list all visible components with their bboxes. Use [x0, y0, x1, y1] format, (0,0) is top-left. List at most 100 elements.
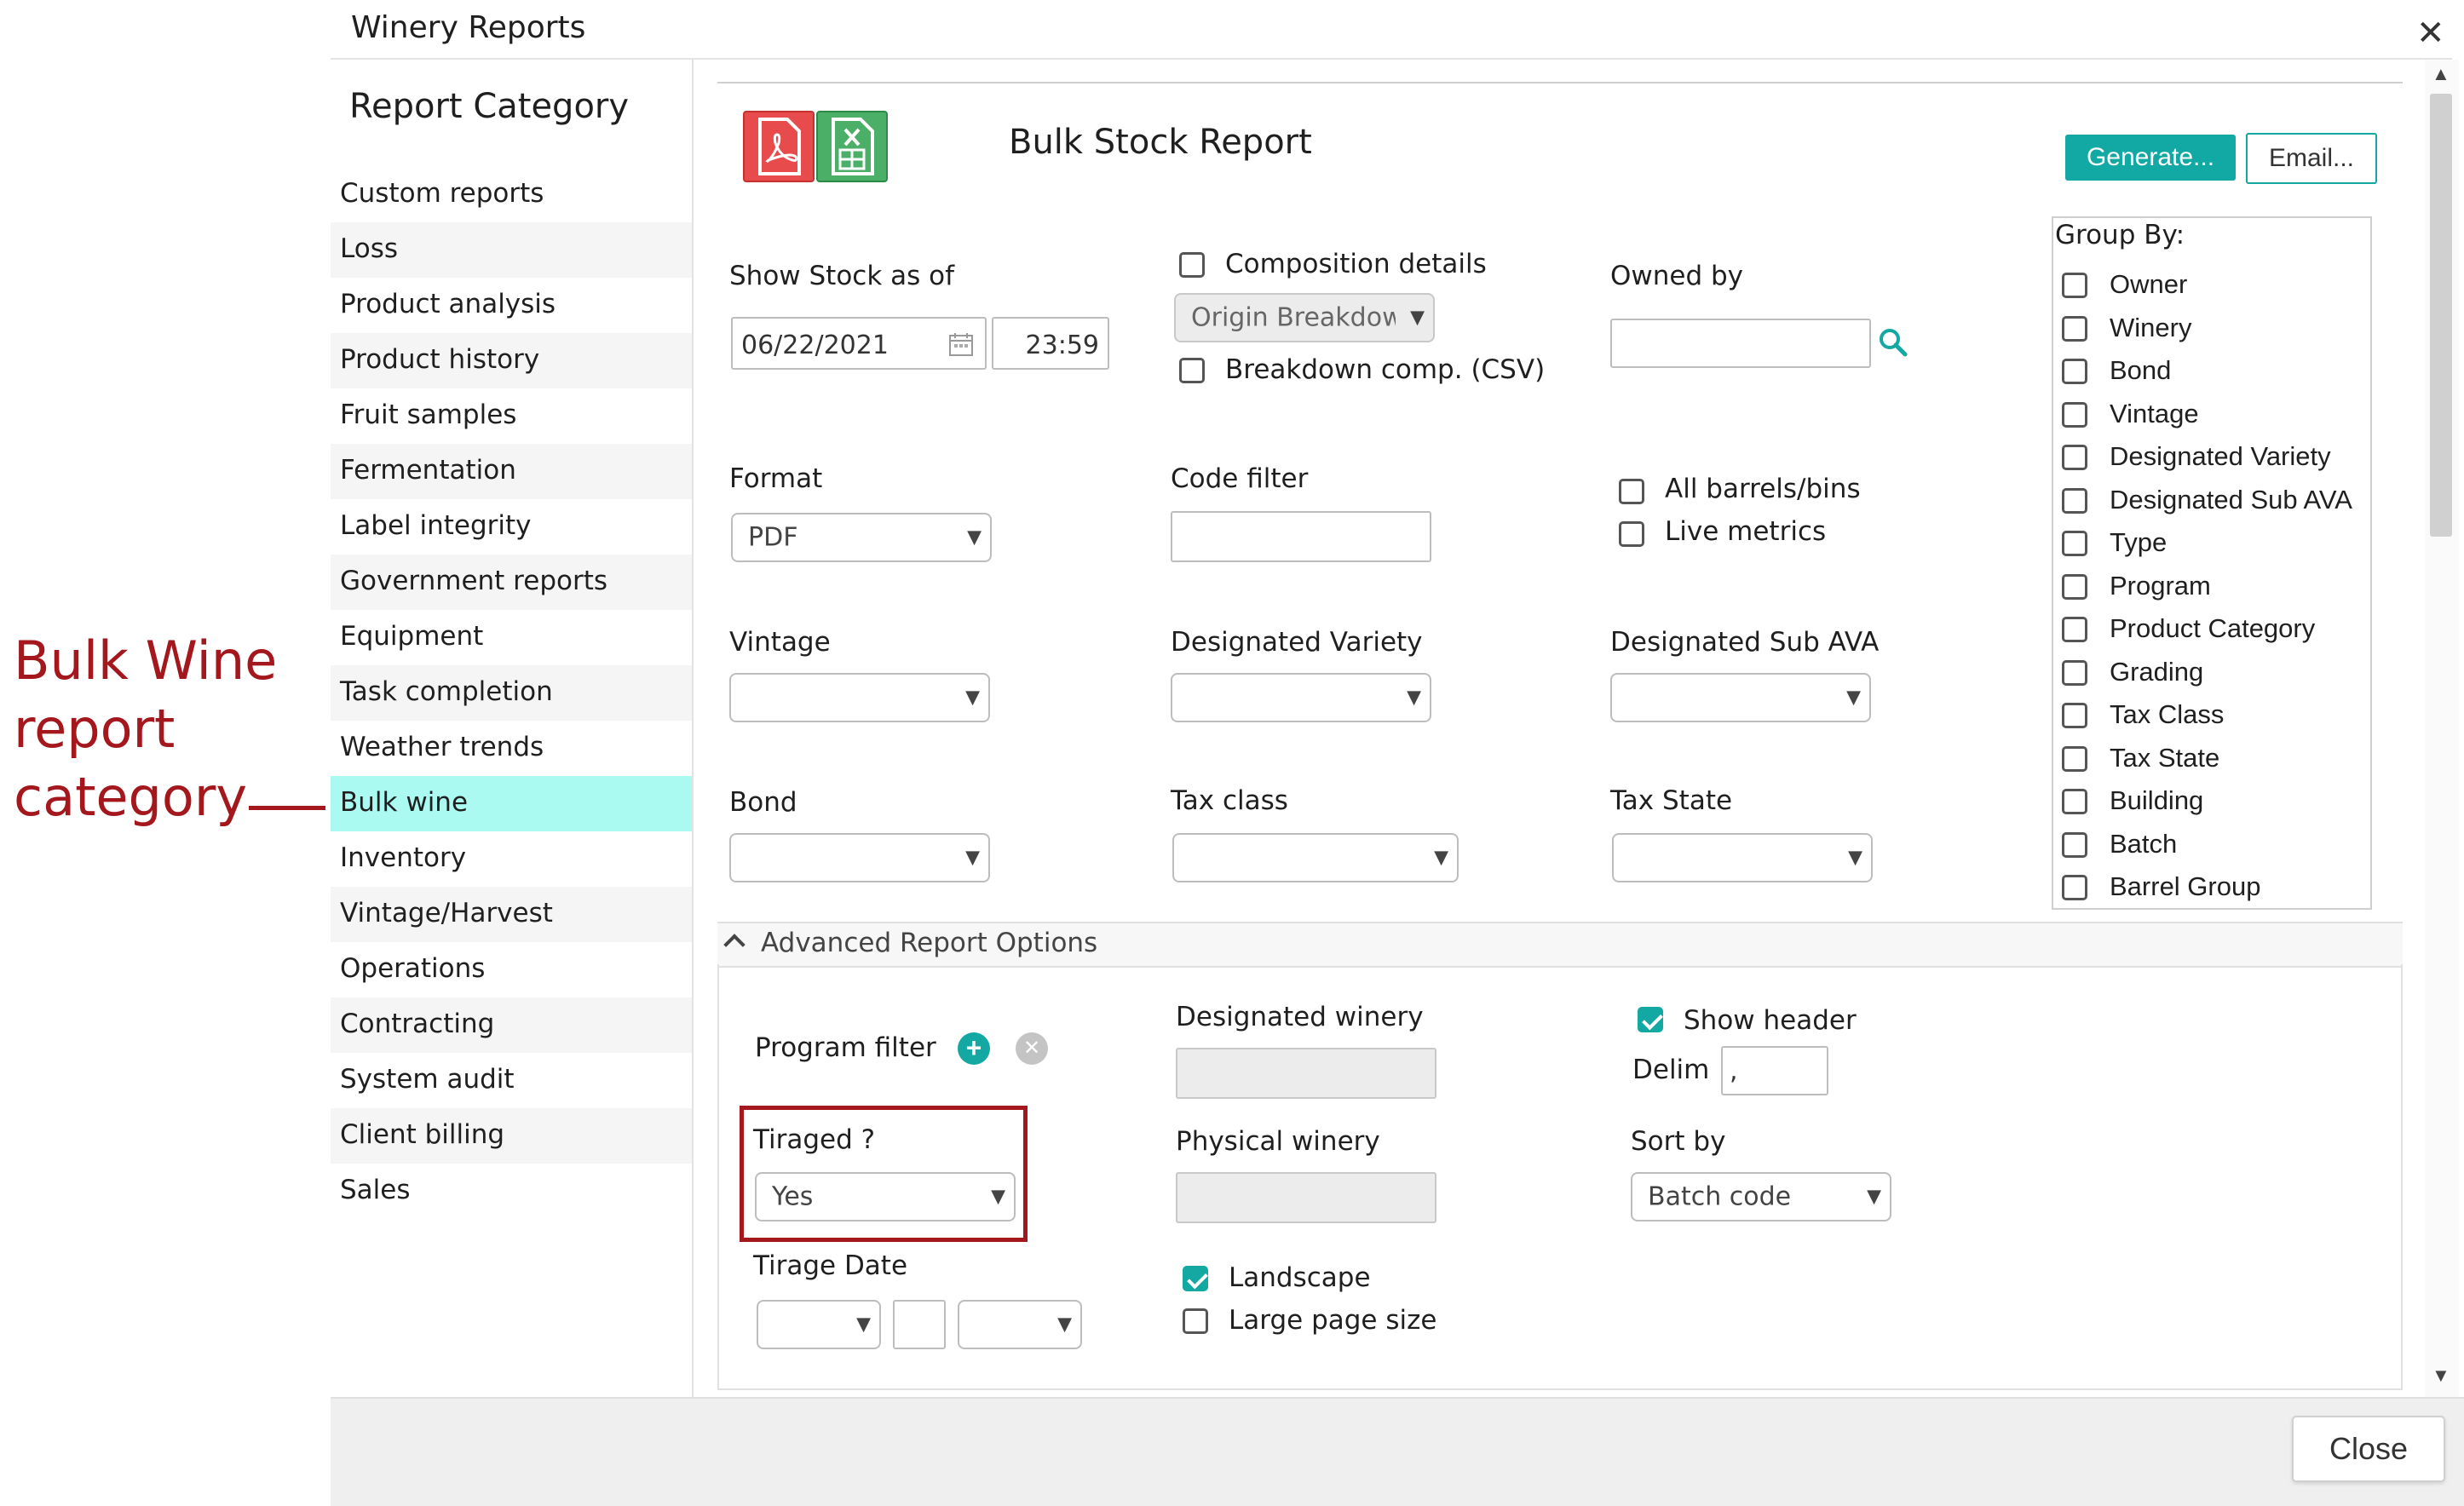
- search-icon[interactable]: [1878, 327, 1908, 362]
- designated-winery-label: Designated winery: [1176, 1002, 1424, 1032]
- report-title: Bulk Stock Report: [1009, 123, 1312, 162]
- designated-variety-select[interactable]: ▼: [1171, 673, 1431, 722]
- physical-winery-input[interactable]: [1176, 1172, 1436, 1223]
- group-by-heading: Group By:: [2055, 220, 2185, 250]
- group-by-label: Grading: [2110, 657, 2204, 687]
- sidebar-item-contracting[interactable]: Contracting: [331, 997, 692, 1053]
- time-field[interactable]: 23:59: [992, 317, 1109, 370]
- breakdown-csv-label: Breakdown comp. (CSV): [1225, 354, 1546, 385]
- live-metrics-checkbox[interactable]: [1619, 521, 1644, 547]
- add-icon[interactable]: +: [958, 1032, 990, 1065]
- sidebar-item-task-completion[interactable]: Task completion: [331, 665, 692, 721]
- group-by-label: Building: [2110, 785, 2204, 815]
- bond-select[interactable]: ▼: [729, 833, 990, 882]
- sort-by-select[interactable]: Batch code ▼: [1631, 1172, 1891, 1221]
- breakdown-csv-checkbox[interactable]: [1179, 358, 1205, 383]
- sidebar-item-fruit-samples[interactable]: Fruit samples: [331, 388, 692, 444]
- sidebar-item-equipment[interactable]: Equipment: [331, 610, 692, 665]
- group-by-checkbox[interactable]: [2062, 316, 2087, 342]
- group-by-checkbox[interactable]: [2062, 445, 2087, 470]
- dialog-titlebar: [331, 7, 2452, 60]
- sidebar-item-system-audit[interactable]: System audit: [331, 1053, 692, 1108]
- composition-details-checkbox[interactable]: [1179, 252, 1205, 278]
- date-field[interactable]: 06/22/2021: [731, 317, 987, 370]
- dropdown-arrow-icon: ▼: [967, 526, 982, 549]
- owned-by-label: Owned by: [1610, 261, 1744, 291]
- group-by-checkbox[interactable]: [2062, 660, 2087, 686]
- excel-file-icon[interactable]: [816, 111, 888, 182]
- origin-breakdown-select[interactable]: Origin Breakdown ▼: [1174, 293, 1435, 342]
- sidebar-item-sales[interactable]: Sales: [331, 1164, 692, 1219]
- sidebar-item-label-integrity[interactable]: Label integrity: [331, 499, 692, 555]
- sidebar-item-loss[interactable]: Loss: [331, 222, 692, 278]
- close-icon[interactable]: ✕: [2416, 14, 2445, 53]
- divider: [717, 82, 2403, 83]
- tirage-month-select[interactable]: ▼: [757, 1300, 881, 1349]
- calendar-icon[interactable]: [947, 331, 975, 365]
- sidebar-item-client-billing[interactable]: Client billing: [331, 1108, 692, 1164]
- group-by-panel: [2052, 216, 2372, 910]
- scroll-down-icon[interactable]: ▼: [2432, 1365, 2450, 1387]
- show-header-checkbox[interactable]: [1638, 1007, 1663, 1032]
- tiraged-value: Yes: [772, 1181, 814, 1212]
- landscape-checkbox[interactable]: [1183, 1266, 1208, 1291]
- group-by-checkbox[interactable]: [2062, 703, 2087, 728]
- format-select[interactable]: PDF ▼: [731, 513, 992, 562]
- sidebar-item-weather-trends[interactable]: Weather trends: [331, 721, 692, 776]
- tax-class-select[interactable]: ▼: [1172, 833, 1459, 882]
- vintage-select[interactable]: ▼: [729, 673, 990, 722]
- group-by-label: Type: [2110, 527, 2168, 557]
- designated-sub-ava-label: Designated Sub AVA: [1610, 627, 1880, 658]
- sidebar-item-vintage-harvest[interactable]: Vintage/Harvest: [331, 887, 692, 942]
- sidebar-item-bulk-wine[interactable]: Bulk wine: [331, 776, 692, 831]
- dropdown-arrow-icon: ▼: [991, 1186, 1005, 1208]
- scroll-up-icon[interactable]: ▲: [2432, 63, 2450, 85]
- code-filter-input[interactable]: [1171, 511, 1431, 562]
- pdf-file-icon[interactable]: [743, 111, 815, 182]
- owned-by-input[interactable]: [1610, 319, 1871, 368]
- group-by-checkbox[interactable]: [2062, 574, 2087, 600]
- group-by-label: Product Category: [2110, 613, 2316, 643]
- close-button[interactable]: Close: [2292, 1416, 2445, 1482]
- group-by-checkbox[interactable]: [2062, 531, 2087, 556]
- sidebar-item-product-analysis[interactable]: Product analysis: [331, 278, 692, 333]
- advanced-options-label[interactable]: Advanced Report Options: [761, 928, 1097, 958]
- sidebar-item-government-reports[interactable]: Government reports: [331, 555, 692, 610]
- tirage-day-input[interactable]: [893, 1300, 946, 1349]
- sidebar-item-operations[interactable]: Operations: [331, 942, 692, 997]
- sidebar-item-custom-reports[interactable]: Custom reports: [331, 167, 692, 222]
- scrollbar-thumb[interactable]: [2430, 94, 2452, 537]
- all-barrels-checkbox[interactable]: [1619, 479, 1644, 504]
- group-by-checkbox[interactable]: [2062, 875, 2087, 900]
- sidebar-item-fermentation[interactable]: Fermentation: [331, 444, 692, 499]
- email-button[interactable]: Email...: [2246, 133, 2377, 184]
- time-value: 23:59: [1025, 331, 1099, 360]
- group-by-checkbox[interactable]: [2062, 273, 2087, 298]
- physical-winery-label: Physical winery: [1176, 1126, 1380, 1157]
- group-by-checkbox[interactable]: [2062, 832, 2087, 858]
- dropdown-arrow-icon: ▼: [1407, 687, 1421, 709]
- delim-input[interactable]: ,: [1721, 1046, 1828, 1095]
- group-by-checkbox[interactable]: [2062, 402, 2087, 428]
- group-by-checkbox[interactable]: [2062, 617, 2087, 642]
- sidebar-item-product-history[interactable]: Product history: [331, 333, 692, 388]
- delim-value: ,: [1730, 1056, 1738, 1086]
- tax-state-select[interactable]: ▼: [1612, 833, 1873, 882]
- clear-icon[interactable]: ✕: [1016, 1032, 1048, 1065]
- group-by-checkbox[interactable]: [2062, 488, 2087, 514]
- large-page-checkbox[interactable]: [1183, 1308, 1208, 1334]
- group-by-label: Bond: [2110, 355, 2172, 385]
- code-filter-label: Code filter: [1171, 463, 1309, 494]
- designated-winery-input[interactable]: [1176, 1048, 1436, 1099]
- bond-label: Bond: [729, 787, 797, 818]
- sidebar-item-inventory[interactable]: Inventory: [331, 831, 692, 887]
- dropdown-arrow-icon: ▼: [1846, 687, 1861, 709]
- tirage-year-select[interactable]: ▼: [958, 1300, 1082, 1349]
- group-by-checkbox[interactable]: [2062, 789, 2087, 814]
- date-value: 06/22/2021: [741, 331, 889, 360]
- group-by-checkbox[interactable]: [2062, 359, 2087, 384]
- designated-sub-ava-select[interactable]: ▼: [1610, 673, 1871, 722]
- generate-button[interactable]: Generate...: [2065, 135, 2236, 181]
- tiraged-select[interactable]: Yes ▼: [755, 1172, 1016, 1221]
- group-by-checkbox[interactable]: [2062, 746, 2087, 772]
